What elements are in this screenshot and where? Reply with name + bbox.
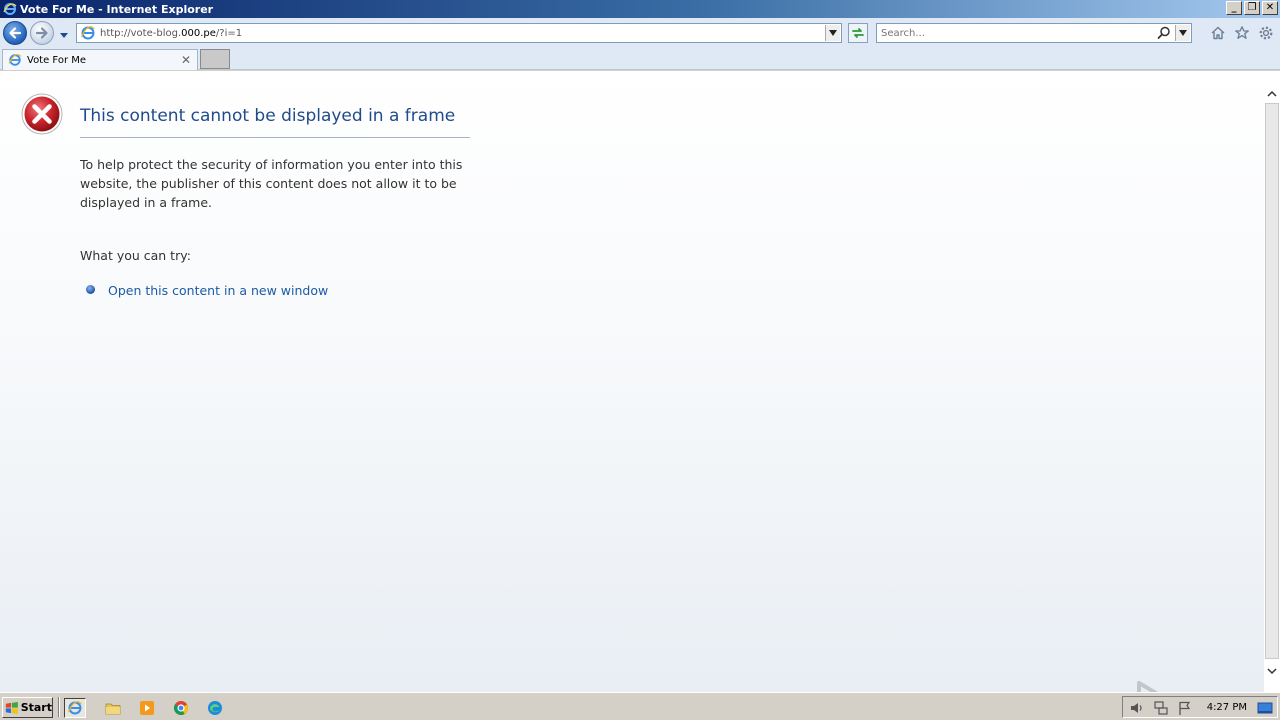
navigation-bar: http://vote-blog.000.pe/?i=1 [0, 18, 1280, 48]
tab-vote-for-me[interactable]: Vote For Me ✕ [2, 49, 198, 70]
scroll-up-button[interactable] [1264, 85, 1280, 101]
search-dropdown-button[interactable] [1175, 25, 1190, 41]
chevron-down-icon [1179, 30, 1187, 36]
windows-flag-icon [5, 701, 18, 714]
error-title: This content cannot be displayed in a fr… [80, 106, 456, 126]
home-icon[interactable] [1210, 25, 1226, 41]
title-bar: Vote For Me - Internet Explorer _ ❐ ✕ [0, 0, 1280, 18]
scroll-thumb[interactable] [1265, 103, 1279, 659]
volume-icon[interactable] [1129, 700, 1145, 716]
page-content: This content cannot be displayed in a fr… [0, 71, 1280, 720]
arrow-left-icon [9, 27, 22, 39]
clock[interactable]: 4:27 PM [1207, 702, 1247, 713]
show-desktop-icon[interactable] [1257, 700, 1273, 716]
search-icon[interactable] [1157, 26, 1171, 40]
favorites-star-icon[interactable] [1234, 25, 1250, 41]
back-button[interactable] [3, 21, 27, 45]
taskbar-ie-button[interactable] [64, 698, 86, 718]
tab-bar: Vote For Me ✕ [0, 48, 1280, 70]
arrow-right-icon [35, 27, 48, 39]
start-label: Start [20, 701, 52, 714]
compatibility-refresh-button[interactable] [848, 23, 868, 43]
folder-icon[interactable] [102, 698, 124, 718]
refresh-arrows-icon [852, 28, 864, 38]
internet-explorer-icon [2, 1, 18, 17]
start-button[interactable]: Start [2, 697, 53, 718]
system-tray: 4:27 PM [1122, 696, 1278, 718]
chevron-up-icon [1267, 90, 1277, 97]
internet-explorer-icon [67, 701, 82, 715]
bullet-icon [86, 285, 95, 294]
search-input[interactable] [881, 27, 1151, 39]
url-prefix: http://vote-blog. [100, 27, 182, 39]
open-in-new-window-link[interactable]: Open this content in a new window [108, 283, 328, 298]
edge-icon[interactable] [204, 698, 226, 718]
restore-button[interactable]: ❐ [1244, 1, 1260, 15]
vertical-scrollbar[interactable] [1264, 71, 1280, 692]
error-x-icon [21, 93, 63, 135]
flag-icon[interactable] [1177, 700, 1193, 716]
url-suffix: /?i=1 [215, 27, 243, 39]
address-dropdown-button[interactable] [825, 25, 840, 41]
forward-button[interactable] [30, 21, 54, 45]
window-title: Vote For Me - Internet Explorer [20, 2, 214, 16]
new-tab-button[interactable] [200, 49, 230, 69]
command-icons [1210, 25, 1274, 41]
what-you-can-try-label: What you can try: [80, 248, 191, 263]
media-player-icon[interactable] [136, 698, 158, 718]
address-bar[interactable]: http://vote-blog.000.pe/?i=1 [76, 23, 842, 43]
page-ie-icon [80, 26, 95, 40]
tools-gear-icon[interactable] [1258, 25, 1274, 41]
address-url[interactable]: http://vote-blog.000.pe/?i=1 [100, 28, 242, 39]
minimize-button[interactable]: _ [1226, 1, 1242, 15]
window-controls: _ ❐ ✕ [1226, 1, 1278, 15]
taskbar-separator [58, 697, 60, 717]
chrome-icon[interactable] [170, 698, 192, 718]
scroll-down-button[interactable] [1264, 663, 1280, 679]
history-dropdown-button[interactable] [58, 26, 70, 38]
tab-close-icon[interactable]: ✕ [181, 53, 191, 67]
taskbar: Start 4:27 PM [0, 692, 1280, 720]
chevron-down-icon [1267, 667, 1277, 674]
tab-label: Vote For Me [27, 54, 87, 66]
page-ie-icon [8, 54, 22, 66]
chevron-down-icon [60, 33, 68, 38]
error-description: To help protect the security of informat… [80, 157, 463, 210]
search-box[interactable] [876, 23, 1192, 43]
chevron-down-icon [829, 30, 837, 36]
close-button[interactable]: ✕ [1262, 1, 1278, 15]
title-divider [80, 137, 470, 138]
url-host: 000.pe [181, 27, 216, 39]
network-icon[interactable] [1153, 700, 1169, 716]
